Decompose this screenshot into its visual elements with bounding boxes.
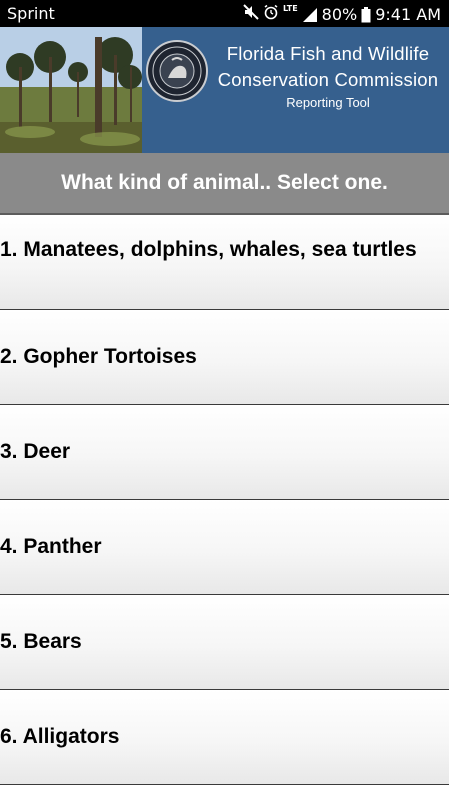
list-item-label: 5. Bears: [0, 630, 82, 653]
agency-name-line1: Florida Fish and Wildlife: [226, 43, 430, 64]
animal-option-deer[interactable]: 3. Deer: [0, 405, 449, 500]
section-banner: What kind of animal.. Select one.: [0, 153, 449, 215]
header-title-block: Florida Fish and Wildlife Conservation C…: [210, 41, 446, 113]
animal-option-marine[interactable]: 1. Manatees, dolphins, whales, sea turtl…: [0, 215, 449, 310]
clock: 9:41 AM: [375, 5, 441, 24]
animal-option-panther[interactable]: 4. Panther: [0, 500, 449, 595]
battery-percent: 80%: [321, 5, 358, 24]
signal-icon: [302, 7, 318, 23]
animal-list: 1. Manatees, dolphins, whales, sea turtl…: [0, 215, 449, 785]
status-icons: LTE 80% 9:41 AM: [243, 4, 441, 25]
animal-option-bears[interactable]: 5. Bears: [0, 595, 449, 690]
list-item-label: 2. Gopher Tortoises: [0, 345, 197, 368]
list-item-label: 3. Deer: [0, 440, 71, 463]
alarm-icon: [263, 4, 279, 25]
lte-label: LTE: [282, 4, 298, 13]
list-item-label: 4. Panther: [0, 535, 102, 558]
animal-option-alligators[interactable]: 6. Alligators: [0, 690, 449, 785]
animal-option-gopher-tortoises[interactable]: 2. Gopher Tortoises: [0, 310, 449, 405]
list-item-label: 6. Alligators: [0, 725, 120, 748]
battery-icon: [361, 6, 371, 23]
app-subtitle: Reporting Tool: [286, 95, 370, 110]
list-item-label: 1. Manatees, dolphins, whales, sea turtl…: [0, 238, 417, 261]
mute-icon: [243, 4, 259, 25]
carrier-name: Sprint: [7, 4, 55, 23]
agency-name-line2: Conservation Commission: [217, 69, 439, 90]
status-bar: Sprint LTE 80% 9:41 AM: [0, 0, 449, 27]
pine-forest-photo: [0, 27, 142, 153]
fwc-seal-logo: [146, 40, 208, 102]
app-header: Florida Fish and Wildlife Conservation C…: [0, 27, 449, 153]
